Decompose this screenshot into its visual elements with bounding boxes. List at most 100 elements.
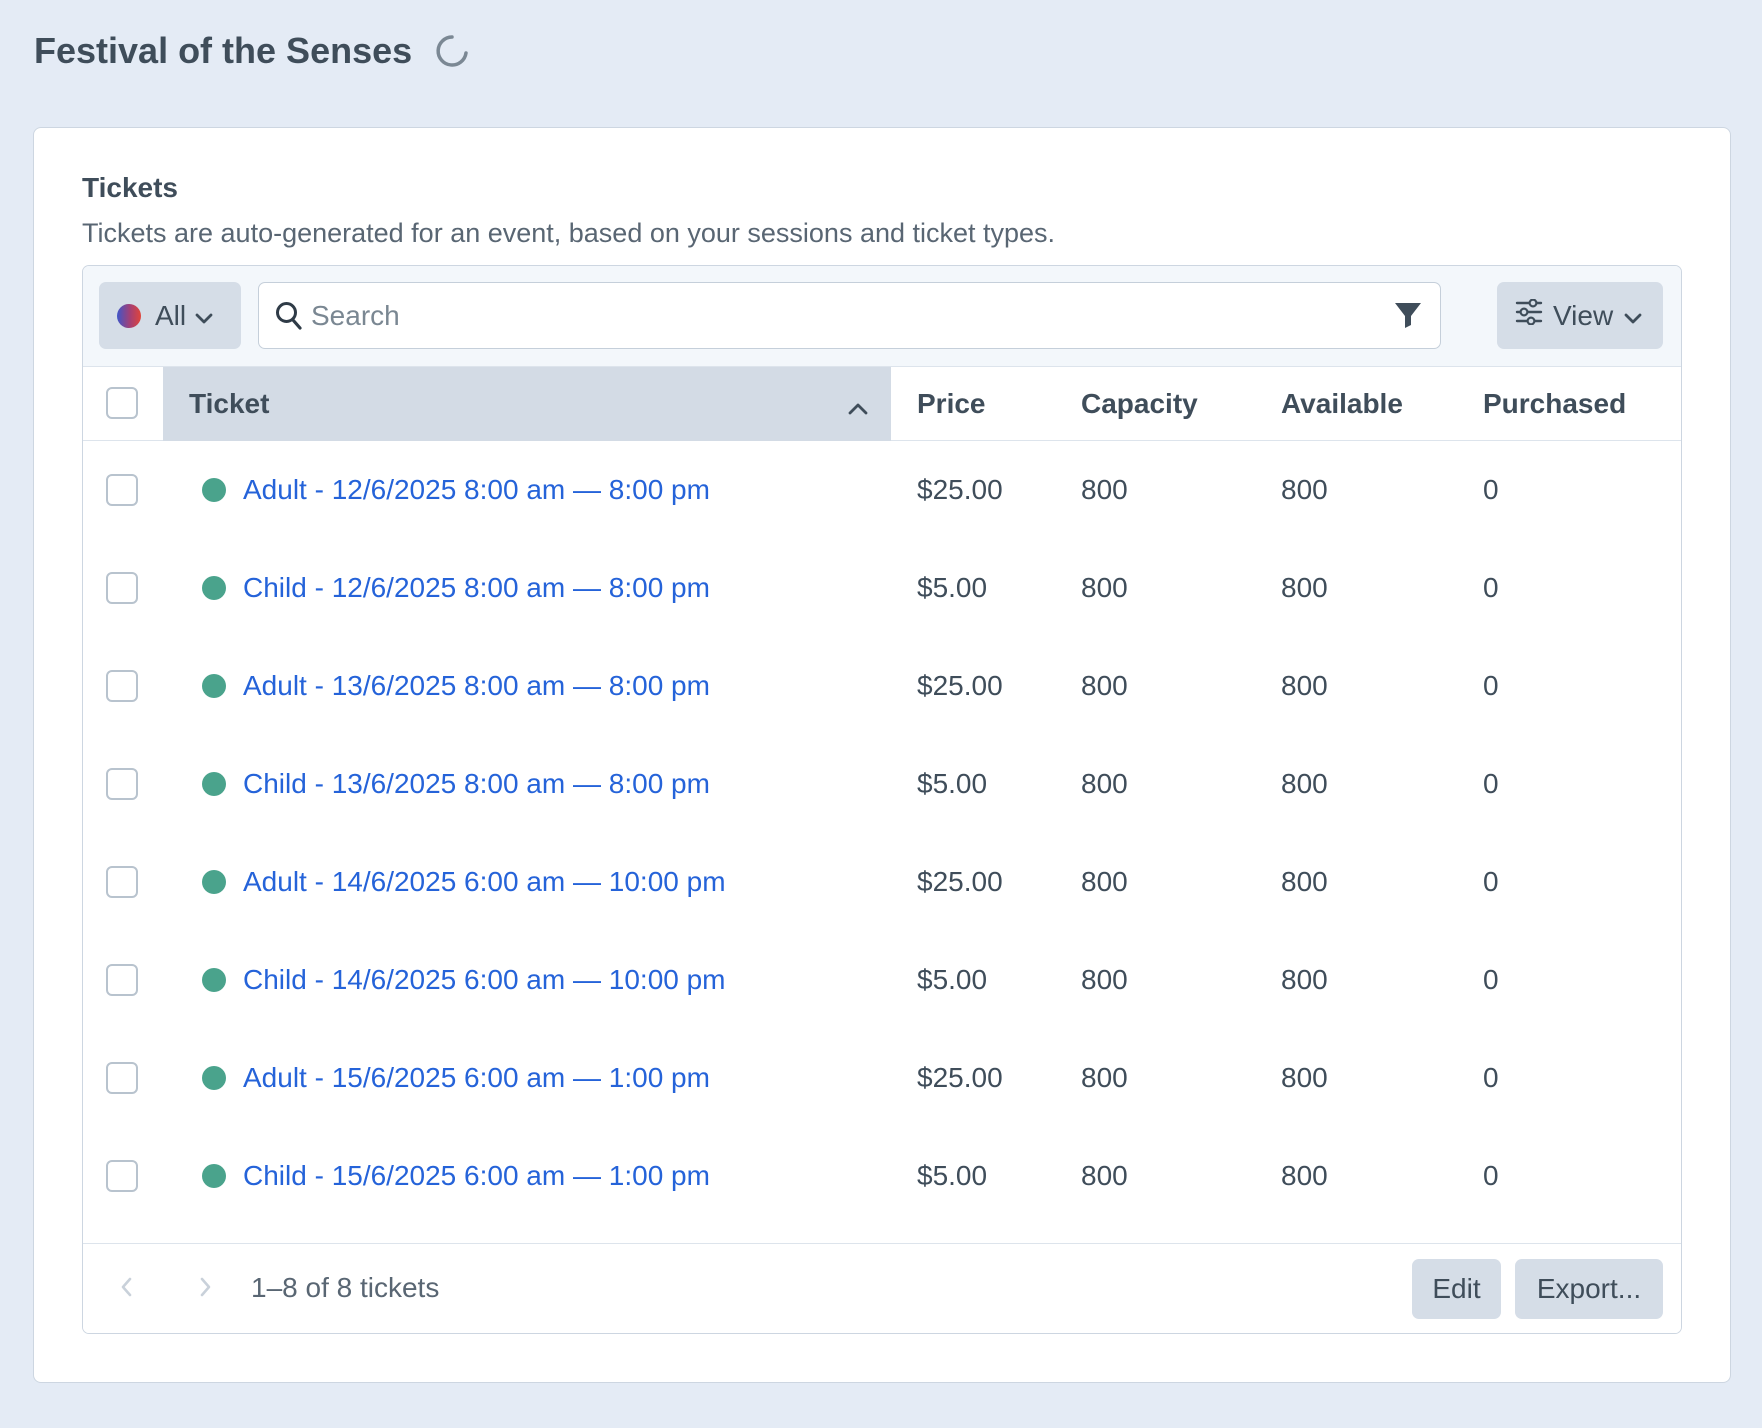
table-row: Adult - 15/6/2025 6:00 am — 1:00 pm $25.0… xyxy=(83,1029,1681,1127)
table-row: Adult - 13/6/2025 8:00 am — 8:00 pm $25.0… xyxy=(83,637,1681,735)
export-button[interactable]: Export... xyxy=(1515,1259,1663,1319)
column-header-available[interactable]: Available xyxy=(1281,367,1403,441)
ticket-cell: Adult - 13/6/2025 8:00 am — 8:00 pm xyxy=(202,637,710,735)
price-cell: $25.00 xyxy=(917,866,1003,897)
row-checkbox[interactable] xyxy=(106,572,138,604)
purchased-cell: 0 xyxy=(1483,768,1499,799)
purchased-cell: 0 xyxy=(1483,964,1499,995)
table-row: Child - 12/6/2025 8:00 am — 8:00 pm $5.00… xyxy=(83,539,1681,637)
available-cell: 800 xyxy=(1281,572,1328,603)
ticket-cell: Child - 14/6/2025 6:00 am — 10:00 pm xyxy=(202,931,726,1029)
capacity-cell: 800 xyxy=(1081,964,1128,995)
capacity-cell: 800 xyxy=(1081,670,1128,701)
capacity-cell: 800 xyxy=(1081,1160,1128,1191)
column-header-purchased[interactable]: Purchased xyxy=(1483,367,1626,441)
status-enabled-dot xyxy=(202,870,226,894)
ticket-link[interactable]: Child - 14/6/2025 6:00 am — 10:00 pm xyxy=(243,964,726,996)
ticket-link[interactable]: Child - 12/6/2025 8:00 am — 8:00 pm xyxy=(243,572,710,604)
price-cell: $25.00 xyxy=(917,474,1003,505)
view-label: View xyxy=(1553,299,1614,331)
column-header-capacity[interactable]: Capacity xyxy=(1081,367,1198,441)
select-all-checkbox[interactable] xyxy=(106,387,138,419)
row-checkbox[interactable] xyxy=(106,474,138,506)
purchased-cell: 0 xyxy=(1483,1062,1499,1093)
previous-page-button[interactable] xyxy=(119,1274,135,1305)
table-row: Adult - 14/6/2025 6:00 am — 10:00 pm $25.… xyxy=(83,833,1681,931)
available-cell: 800 xyxy=(1281,1160,1328,1191)
row-checkbox[interactable] xyxy=(106,964,138,996)
page-title: Festival of the Senses xyxy=(34,30,413,71)
row-checkbox[interactable] xyxy=(106,1160,138,1192)
status-gradient-dot xyxy=(117,303,141,328)
price-cell: $5.00 xyxy=(917,768,988,799)
price-cell: $25.00 xyxy=(917,670,1003,701)
ticket-link[interactable]: Child - 13/6/2025 8:00 am — 8:00 pm xyxy=(243,768,710,800)
status-filter-label: All xyxy=(155,299,187,331)
table-row: Adult - 12/6/2025 8:00 am — 8:00 pm $25.0… xyxy=(83,441,1681,539)
status-enabled-dot xyxy=(202,576,226,600)
purchased-cell: 0 xyxy=(1483,866,1499,897)
status-enabled-dot xyxy=(202,674,226,698)
ticket-cell: Child - 12/6/2025 8:00 am — 8:00 pm xyxy=(202,539,710,637)
price-cell: $5.00 xyxy=(917,964,988,995)
available-cell: 800 xyxy=(1281,768,1328,799)
chevron-down-icon xyxy=(194,300,214,332)
search-box xyxy=(258,282,1441,349)
row-checkbox[interactable] xyxy=(106,768,138,800)
ticket-cell: Adult - 12/6/2025 8:00 am — 8:00 pm xyxy=(202,441,710,539)
capacity-cell: 800 xyxy=(1081,866,1128,897)
table-toolbar: All Search View xyxy=(83,266,1681,367)
next-page-button[interactable] xyxy=(197,1274,213,1305)
available-cell: 800 xyxy=(1281,474,1328,505)
available-cell: 800 xyxy=(1281,866,1328,897)
status-filter-button[interactable]: All xyxy=(99,282,241,349)
tickets-card: Tickets Tickets are auto-generated for a… xyxy=(33,127,1731,1383)
chevron-up-icon xyxy=(847,392,869,424)
column-header-ticket[interactable]: Ticket xyxy=(163,367,891,441)
row-checkbox[interactable] xyxy=(106,670,138,702)
search-input[interactable] xyxy=(311,293,1361,339)
available-cell: 800 xyxy=(1281,964,1328,995)
section-title: Tickets xyxy=(82,172,178,203)
purchased-cell: 0 xyxy=(1483,474,1499,505)
edit-button[interactable]: Edit xyxy=(1412,1259,1501,1319)
ticket-cell: Child - 13/6/2025 8:00 am — 8:00 pm xyxy=(202,735,710,833)
section-description: Tickets are auto-generated for an event,… xyxy=(82,218,1056,248)
ticket-link[interactable]: Adult - 15/6/2025 6:00 am — 1:00 pm xyxy=(243,1062,710,1094)
ticket-link[interactable]: Adult - 12/6/2025 8:00 am — 8:00 pm xyxy=(243,474,710,506)
table-row: Child - 15/6/2025 6:00 am — 1:00 pm $5.00… xyxy=(83,1127,1681,1225)
price-cell: $5.00 xyxy=(917,572,988,603)
price-cell: $25.00 xyxy=(917,1062,1003,1093)
capacity-cell: 800 xyxy=(1081,768,1128,799)
status-enabled-dot xyxy=(202,478,226,502)
ticket-cell: Child - 15/6/2025 6:00 am — 1:00 pm xyxy=(202,1127,710,1225)
available-cell: 800 xyxy=(1281,1062,1328,1093)
view-options-button[interactable]: View xyxy=(1497,282,1663,349)
capacity-cell: 800 xyxy=(1081,572,1128,603)
capacity-cell: 800 xyxy=(1081,474,1128,505)
available-cell: 800 xyxy=(1281,670,1328,701)
filter-icon[interactable] xyxy=(1394,301,1422,334)
purchased-cell: 0 xyxy=(1483,1160,1499,1191)
purchased-cell: 0 xyxy=(1483,670,1499,701)
column-header-price[interactable]: Price xyxy=(917,367,986,441)
ticket-link[interactable]: Adult - 14/6/2025 6:00 am — 10:00 pm xyxy=(243,866,726,898)
row-checkbox[interactable] xyxy=(106,866,138,898)
ticket-cell: Adult - 15/6/2025 6:00 am — 1:00 pm xyxy=(202,1029,710,1127)
table-header: Ticket Price Capacity Available Purchase… xyxy=(83,367,1681,441)
chevron-down-icon xyxy=(1623,300,1643,332)
loading-spinner-icon xyxy=(434,33,470,69)
ticket-cell: Adult - 14/6/2025 6:00 am — 10:00 pm xyxy=(202,833,726,931)
table-row: Child - 14/6/2025 6:00 am — 10:00 pm $5.0… xyxy=(83,931,1681,1029)
table-footer: 1–8 of 8 tickets Edit Export... xyxy=(83,1243,1681,1333)
price-cell: $5.00 xyxy=(917,1160,988,1191)
sliders-icon xyxy=(1515,298,1543,332)
row-checkbox[interactable] xyxy=(106,1062,138,1094)
pagination-info: 1–8 of 8 tickets xyxy=(251,1272,440,1303)
status-enabled-dot xyxy=(202,968,226,992)
ticket-link[interactable]: Adult - 13/6/2025 8:00 am — 8:00 pm xyxy=(243,670,710,702)
status-enabled-dot xyxy=(202,1164,226,1188)
search-icon xyxy=(275,301,303,336)
status-enabled-dot xyxy=(202,772,226,796)
ticket-link[interactable]: Child - 15/6/2025 6:00 am — 1:00 pm xyxy=(243,1160,710,1192)
